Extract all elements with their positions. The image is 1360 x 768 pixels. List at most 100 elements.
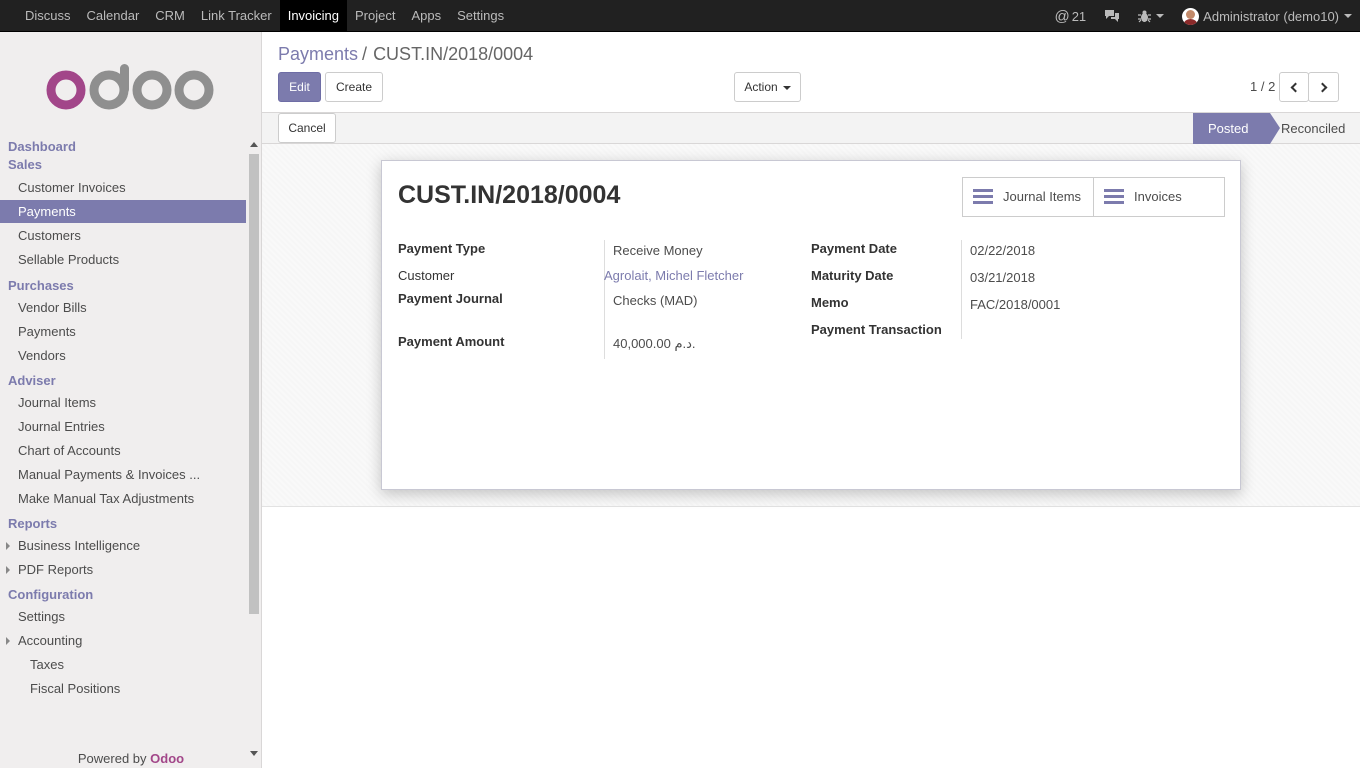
sidebar-item-accounting[interactable]: Accounting xyxy=(0,629,246,652)
sidebar-item-label: Accounting xyxy=(18,633,83,648)
sidebar-section-configuration: Configuration xyxy=(8,587,94,602)
menu-crm[interactable]: CRM xyxy=(147,0,193,32)
systray: @ 21 Administrator (demo10) xyxy=(1036,0,1352,32)
chevron-down-icon xyxy=(1156,14,1165,18)
menu-link-tracker[interactable]: Link Tracker xyxy=(193,0,280,32)
customer-link[interactable]: Agrolait, Michel Fletcher xyxy=(604,268,743,283)
field-divider xyxy=(604,240,605,359)
powered-by: Powered by Odoo xyxy=(0,751,262,766)
action-dropdown[interactable]: Action xyxy=(734,72,801,102)
payment-journal-label: Payment Journal xyxy=(398,291,503,306)
caret-right-icon xyxy=(6,566,10,574)
breadcrumb: Payments / CUST.IN/2018/0004 xyxy=(278,44,533,65)
memo-value: FAC/2018/0001 xyxy=(970,297,1061,312)
chat-bubbles-icon xyxy=(1105,10,1120,22)
powered-by-text: Powered by xyxy=(77,751,147,766)
sidebar-item-journal-items[interactable]: Journal Items xyxy=(0,391,246,414)
action-label: Action xyxy=(744,80,778,94)
sidebar-item-chart-of-accounts[interactable]: Chart of Accounts xyxy=(0,439,246,462)
list-icon xyxy=(1104,189,1124,205)
payment-date-label: Payment Date xyxy=(811,241,897,256)
mentions-button[interactable]: @ 21 xyxy=(1054,8,1086,25)
messages-button[interactable] xyxy=(1104,9,1120,23)
debug-menu-button[interactable] xyxy=(1138,10,1165,23)
powered-by-link[interactable]: Odoo xyxy=(150,751,184,766)
sidebar-item-label: Business Intelligence xyxy=(18,538,141,553)
sidebar-section-reports: Reports xyxy=(8,516,58,531)
breadcrumb-payments-link[interactable]: Payments xyxy=(278,44,358,64)
menu-settings[interactable]: Settings xyxy=(449,0,512,32)
menu-calendar[interactable]: Calendar xyxy=(79,0,148,32)
breadcrumb-separator: / xyxy=(362,44,368,64)
sidebar: Dashboard Sales Customer Invoices Paymen… xyxy=(0,32,262,768)
payment-amount-label: Payment Amount xyxy=(398,334,505,349)
sidebar-section-purchases: Purchases xyxy=(8,278,74,293)
form-statusbar: Cancel Posted Reconciled xyxy=(262,112,1360,144)
avatar xyxy=(1182,7,1200,25)
user-menu[interactable]: Administrator (demo10) xyxy=(1182,7,1352,25)
menu-invoicing[interactable]: Invoicing xyxy=(279,0,348,32)
top-navbar: Discuss Calendar CRM Link Tracker Invoic… xyxy=(0,0,1360,32)
payment-transaction-label: Payment Transaction xyxy=(811,322,942,337)
sidebar-item-business-intelligence[interactable]: Business Intelligence xyxy=(0,534,246,557)
memo-label: Memo xyxy=(811,295,849,310)
pager-previous-button[interactable] xyxy=(1279,72,1309,102)
scrollbar-thumb[interactable] xyxy=(249,154,259,614)
payment-amount-value: 40,000.00 د.م. xyxy=(613,336,696,351)
mentions-count: 21 xyxy=(1071,8,1087,24)
cancel-button[interactable]: Cancel xyxy=(278,113,336,143)
sidebar-item-manual-tax-adjustments[interactable]: Make Manual Tax Adjustments xyxy=(0,487,246,510)
breadcrumb-current: CUST.IN/2018/0004 xyxy=(373,44,534,64)
sidebar-menu: Dashboard Sales Customer Invoices Paymen… xyxy=(0,138,246,748)
status-reconciled: Reconciled xyxy=(1281,121,1346,136)
pager-value[interactable]: 1 / 2 xyxy=(1250,79,1275,94)
sidebar-item-journal-entries[interactable]: Journal Entries xyxy=(0,415,246,438)
sidebar-item-manual-payments[interactable]: Manual Payments & Invoices ... xyxy=(0,463,246,486)
scroll-up-icon[interactable] xyxy=(250,142,258,147)
sidebar-item-customer-invoices[interactable]: Customer Invoices xyxy=(0,176,246,199)
journal-items-label: Journal Items xyxy=(1003,189,1082,204)
record-title: CUST.IN/2018/0004 xyxy=(398,181,621,209)
sidebar-item-settings[interactable]: Settings xyxy=(0,605,246,628)
payment-journal-value: Checks (MAD) xyxy=(613,293,698,308)
chevron-down-icon xyxy=(782,85,791,90)
form-sheet: CUST.IN/2018/0004 Journal Items Invoices… xyxy=(381,160,1241,490)
pager-next-button[interactable] xyxy=(1308,72,1339,102)
chevron-down-icon xyxy=(1344,14,1352,18)
odoo-logo[interactable] xyxy=(45,62,215,117)
sidebar-item-pdf-reports[interactable]: PDF Reports xyxy=(0,558,246,581)
sidebar-dashboard[interactable]: Dashboard xyxy=(0,138,246,156)
sidebar-item-sellable-products[interactable]: Sellable Products xyxy=(0,248,246,271)
bug-icon xyxy=(1138,10,1152,22)
sidebar-item-vendor-bills[interactable]: Vendor Bills xyxy=(0,296,246,319)
sidebar-scrollbar[interactable] xyxy=(248,138,260,756)
maturity-date-value: 03/21/2018 xyxy=(970,270,1036,285)
caret-right-icon xyxy=(6,542,10,550)
payment-date-value: 02/22/2018 xyxy=(970,243,1036,258)
invoices-button[interactable]: Invoices xyxy=(1093,177,1225,217)
status-posted: Posted xyxy=(1193,113,1280,144)
sidebar-item-vendor-payments[interactable]: Payments xyxy=(0,320,246,343)
menu-project[interactable]: Project xyxy=(347,0,403,32)
menu-discuss[interactable]: Discuss xyxy=(17,0,79,32)
field-divider xyxy=(961,240,962,339)
create-button[interactable]: Create xyxy=(325,72,383,102)
edit-button[interactable]: Edit xyxy=(278,72,321,102)
invoices-label: Invoices xyxy=(1134,189,1182,204)
at-sign-icon: @ xyxy=(1054,7,1070,25)
menu-apps[interactable]: Apps xyxy=(403,0,449,32)
sidebar-item-customers[interactable]: Customers xyxy=(0,224,246,247)
sidebar-item-payments[interactable]: Payments xyxy=(0,200,246,223)
sidebar-section-sales: Sales xyxy=(8,157,42,172)
sidebar-item-fiscal-positions[interactable]: Fiscal Positions xyxy=(0,677,246,700)
sidebar-item-vendors[interactable]: Vendors xyxy=(0,344,246,367)
list-icon xyxy=(973,189,993,205)
customer-label: Customer xyxy=(398,268,455,283)
payment-type-label: Payment Type xyxy=(398,241,486,256)
sidebar-section-adviser: Adviser xyxy=(8,373,56,388)
app-menu: Discuss Calendar CRM Link Tracker Invoic… xyxy=(17,0,512,32)
journal-items-button[interactable]: Journal Items xyxy=(962,177,1094,217)
chevron-left-icon xyxy=(1290,82,1301,93)
caret-right-icon xyxy=(6,637,10,645)
sidebar-item-taxes[interactable]: Taxes xyxy=(0,653,246,676)
